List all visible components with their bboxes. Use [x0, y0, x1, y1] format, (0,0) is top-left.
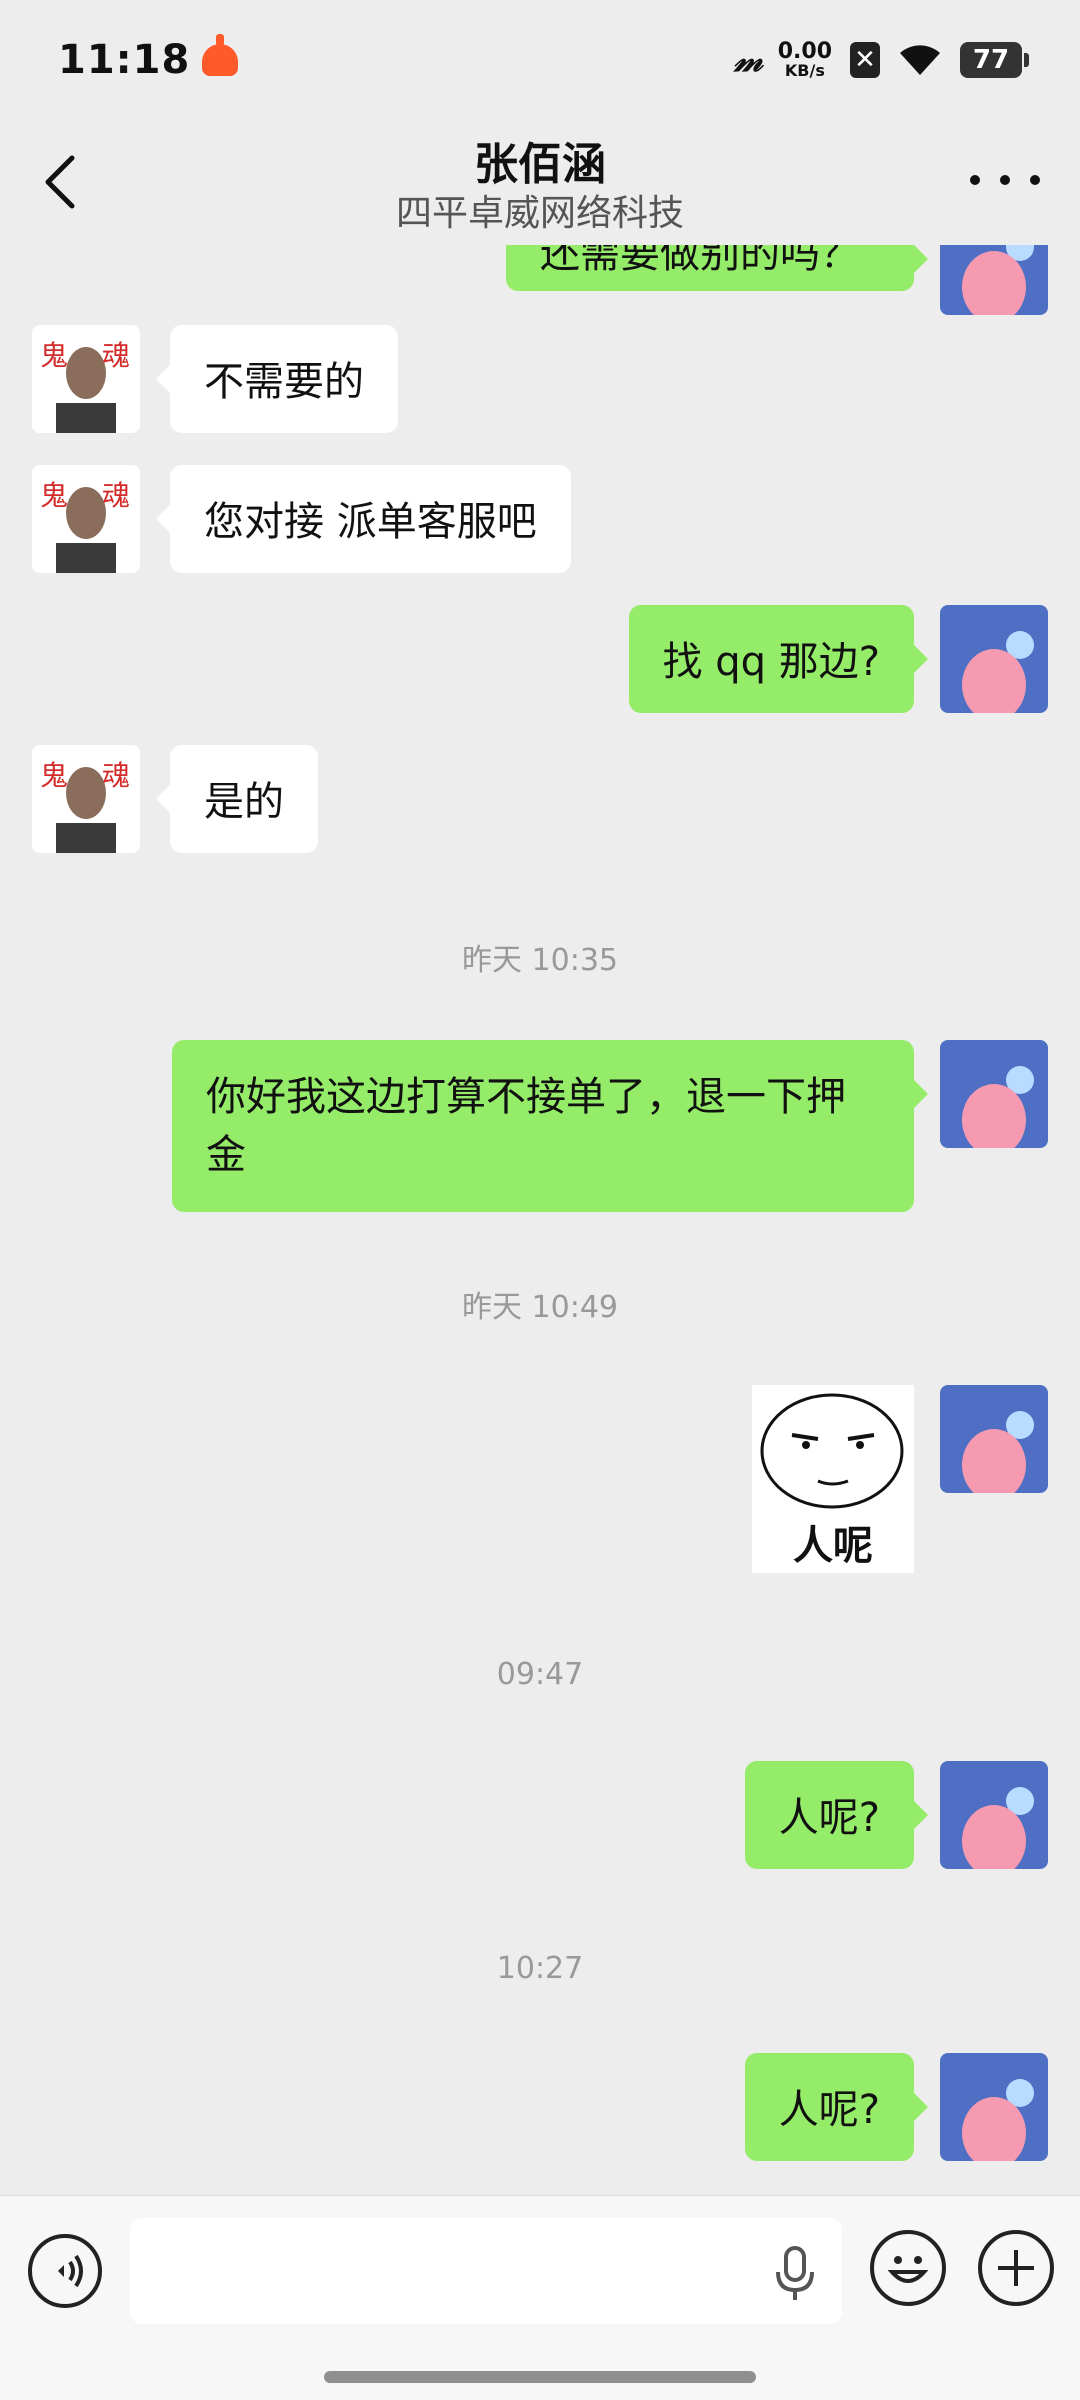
message-text: 你好我这边打算不接单了，退一下押金 — [206, 1074, 846, 1178]
message-input[interactable] — [130, 2218, 842, 2324]
plus-icon — [998, 2250, 1034, 2286]
network-speed: 0.00 KB/s — [778, 41, 832, 79]
contact-name: 张佰涵 — [474, 139, 606, 190]
chat-screen: 11:18 𝓂 0.00 KB/s ✕ 77 张佰涵 四平卓威网络科技 还需要做… — [0, 0, 1080, 2400]
battery-icon: 77 — [960, 42, 1029, 78]
my-avatar[interactable] — [940, 1040, 1048, 1148]
status-time: 11:18 — [58, 37, 191, 83]
message-list[interactable]: 还需要做别的吗？ 鬼 魂 不需要的 鬼 魂 您对接 派单客服吧 找 qq 那边?… — [0, 245, 1080, 2195]
message-timestamp: 10:27 — [496, 1951, 584, 1986]
sticker-message[interactable]: 人呢 — [752, 1385, 914, 1573]
chat-header: 张佰涵 四平卓威网络科技 — [0, 120, 1080, 245]
svg-text:魂: 魂 — [102, 759, 130, 792]
status-indicators: 𝓂 0.00 KB/s ✕ 77 — [733, 40, 1029, 80]
message-text: 找 qq 那边? — [662, 639, 880, 685]
voice-icon — [58, 2254, 83, 2288]
message-bubble-outgoing[interactable]: 人呢? — [744, 1761, 929, 1869]
more-options-button[interactable] — [970, 160, 1040, 200]
message-bubble-outgoing[interactable]: 你好我这边打算不接单了，退一下押金 — [172, 1040, 928, 1212]
my-avatar[interactable] — [940, 1761, 1048, 1869]
app-notification-icon — [202, 34, 239, 76]
message-bubble-outgoing[interactable]: 还需要做别的吗？ — [506, 245, 928, 291]
meme-face-icon — [760, 1393, 904, 1509]
svg-text:鬼: 鬼 — [40, 339, 68, 372]
network-speed-unit: KB/s — [784, 61, 825, 80]
my-avatar[interactable] — [940, 605, 1048, 713]
contact-avatar[interactable]: 鬼 魂 — [32, 325, 140, 433]
sticker-caption: 人呢 — [793, 1523, 873, 1569]
contact-avatar[interactable]: 鬼 魂 — [32, 745, 140, 853]
message-bubble-incoming[interactable]: 是的 — [156, 745, 318, 853]
message-text: 不需要的 — [204, 359, 364, 405]
message-timestamp: 昨天 10:35 — [462, 943, 618, 978]
message-bubble-outgoing[interactable]: 找 qq 那边? — [628, 605, 929, 713]
message-bubble-incoming[interactable]: 不需要的 — [156, 325, 398, 433]
my-avatar[interactable] — [940, 245, 1048, 315]
status-bar: 11:18 𝓂 0.00 KB/s ✕ 77 — [0, 0, 1080, 120]
message-bubble-outgoing[interactable]: 人呢? — [744, 2053, 929, 2161]
message-text: 是的 — [204, 779, 284, 825]
chat-input-bar — [0, 2195, 1080, 2400]
my-avatar[interactable] — [940, 1385, 1048, 1493]
network-logo-icon: 𝓂 — [733, 40, 763, 80]
svg-text:魂: 魂 — [102, 339, 130, 372]
sim-off-icon: ✕ — [850, 42, 880, 78]
network-speed-value: 0.00 — [777, 39, 832, 64]
my-avatar[interactable] — [940, 2053, 1048, 2161]
message-bubble-incoming[interactable]: 您对接 派单客服吧 — [156, 465, 571, 573]
contact-company: 四平卓威网络科技 — [395, 193, 684, 234]
svg-text:鬼: 鬼 — [40, 479, 68, 512]
message-timestamp: 昨天 10:49 — [462, 1290, 618, 1325]
message-text: 您对接 派单客服吧 — [204, 499, 537, 545]
message-timestamp: 09:47 — [496, 1657, 584, 1692]
voice-mode-button[interactable] — [28, 2234, 102, 2308]
wifi-icon — [900, 45, 940, 75]
emoji-icon — [887, 2256, 929, 2283]
more-dot — [1000, 175, 1010, 185]
more-dot — [970, 175, 980, 185]
more-dot — [1030, 175, 1040, 185]
message-text: 还需要做别的吗？ — [540, 245, 860, 277]
mic-icon[interactable] — [770, 2244, 820, 2304]
home-indicator[interactable] — [324, 2371, 756, 2383]
contact-avatar[interactable]: 鬼 魂 — [32, 465, 140, 573]
message-text: 人呢? — [778, 1795, 880, 1841]
more-actions-button[interactable] — [978, 2230, 1054, 2306]
emoji-button[interactable] — [870, 2230, 946, 2306]
svg-text:魂: 魂 — [102, 479, 130, 512]
message-text: 人呢? — [778, 2087, 880, 2133]
svg-text:鬼: 鬼 — [40, 759, 68, 792]
